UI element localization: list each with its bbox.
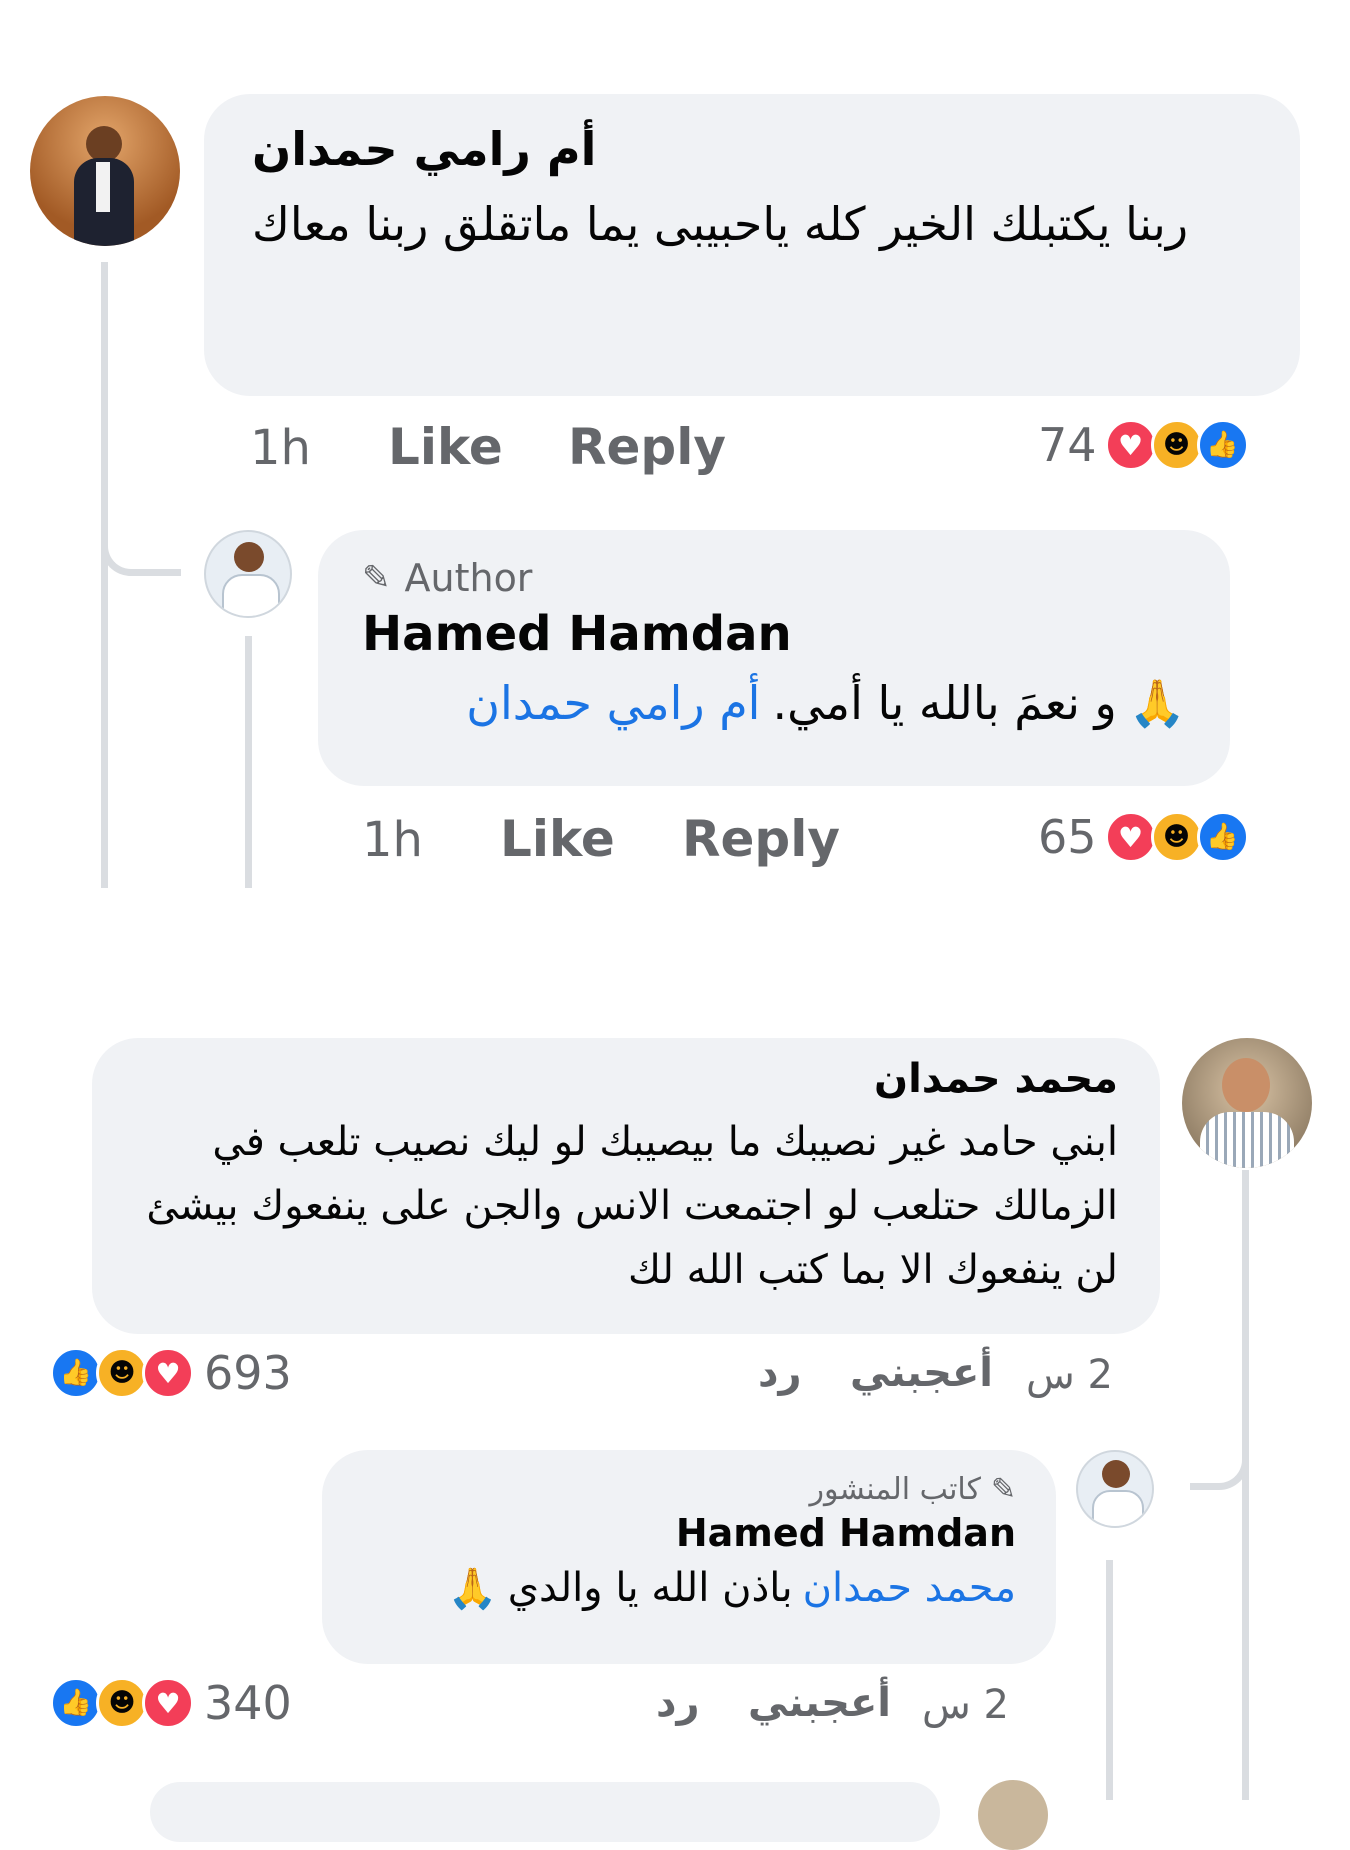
- reply-author[interactable]: Hamed Hamdan: [362, 606, 1186, 662]
- mention-link[interactable]: أم رامي حمدان: [466, 676, 760, 731]
- pray-emoji: 🙏: [1128, 676, 1186, 730]
- avatar-shirt: [96, 162, 110, 212]
- avatar[interactable]: [30, 96, 180, 246]
- comment-text: ربنا يكتبلك الخير كله ياحبيبى يما ماتقلق…: [252, 197, 1189, 251]
- next-reply-bubble[interactable]: [150, 1782, 940, 1842]
- reaction-count: 340: [204, 1676, 292, 1730]
- care-reaction-icon: ☻: [96, 1347, 148, 1399]
- reaction-summary[interactable]: 👍 ☻ ♥ 340: [50, 1676, 292, 1730]
- love-reaction-icon: ♥: [142, 1677, 194, 1729]
- like-reaction-icon: 👍: [50, 1347, 102, 1399]
- reaction-count: 74: [1038, 418, 1097, 472]
- avatar-head: [1102, 1460, 1130, 1488]
- comment-text: ابني حامد غير نصيبك ما بيصيبك لو ليك نصي…: [146, 1119, 1118, 1293]
- reply-text: أم رامي حمدان و نعمَ بالله يا أمي. 🙏: [362, 676, 1186, 731]
- author-badge-label: كاتب المنشور: [809, 1472, 981, 1507]
- like-button[interactable]: أعجبني: [748, 1680, 891, 1726]
- reply-bubble[interactable]: ✎ كاتب المنشور Hamed Hamdan محمد حمدان ب…: [322, 1450, 1056, 1664]
- care-reaction-icon: ☻: [96, 1677, 148, 1729]
- mention-link[interactable]: محمد حمدان: [803, 1565, 1016, 1612]
- care-reaction-icon: ☻: [1150, 419, 1203, 471]
- avatar-jersey: [222, 574, 280, 616]
- avatar-head: [1222, 1058, 1270, 1112]
- comment-time[interactable]: 2 س: [1026, 1352, 1113, 1398]
- comment-time[interactable]: 1h: [250, 420, 311, 476]
- comment-author[interactable]: أم رامي حمدان: [252, 122, 596, 176]
- thread-connector: [1190, 1430, 1249, 1490]
- love-reaction-icon: ♥: [1104, 419, 1157, 471]
- thread-connector: [101, 520, 181, 576]
- reply-body: باذن الله يا والدي: [507, 1565, 793, 1611]
- comment-bubble[interactable]: أم رامي حمدان ربنا يكتبلك الخير كله ياحب…: [204, 94, 1300, 396]
- reply-button[interactable]: Reply: [568, 418, 726, 476]
- like-reaction-icon: 👍: [50, 1677, 102, 1729]
- avatar-shirt: [1200, 1112, 1294, 1168]
- avatar-head: [234, 542, 264, 572]
- comment-author[interactable]: محمد حمدان: [134, 1056, 1118, 1102]
- avatar-figure: [86, 126, 122, 162]
- avatar-jersey: [1092, 1490, 1144, 1526]
- like-button[interactable]: Like: [500, 810, 615, 868]
- care-reaction-icon: ☻: [1150, 811, 1203, 863]
- reaction-summary[interactable]: 👍 ☻ ♥ 693: [50, 1346, 292, 1400]
- reply-thread-line: [1106, 1560, 1113, 1800]
- reply-button[interactable]: رد: [758, 1350, 802, 1396]
- love-reaction-icon: ♥: [142, 1347, 194, 1399]
- comment-bubble[interactable]: محمد حمدان ابني حامد غير نصيبك ما بيصيبك…: [92, 1038, 1160, 1334]
- thread-line: [1242, 1170, 1249, 1800]
- pencil-icon: ✎: [362, 558, 391, 598]
- reply-text: محمد حمدان باذن الله يا والدي 🙏: [362, 1565, 1016, 1612]
- pencil-icon: ✎: [990, 1472, 1016, 1507]
- like-button[interactable]: Like: [388, 418, 503, 476]
- reply-time[interactable]: 2 س: [922, 1682, 1009, 1728]
- like-reaction-icon: 👍: [1196, 419, 1249, 471]
- reply-button[interactable]: Reply: [682, 810, 840, 868]
- pray-emoji: 🙏: [447, 1566, 498, 1612]
- reply-bubble[interactable]: ✎ Author Hamed Hamdan أم رامي حمدان و نع…: [318, 530, 1230, 786]
- like-reaction-icon: 👍: [1196, 811, 1249, 863]
- reply-time[interactable]: 1h: [362, 812, 423, 868]
- reply-author[interactable]: Hamed Hamdan: [362, 1511, 1016, 1555]
- reaction-count: 693: [204, 1346, 292, 1400]
- love-reaction-icon: ♥: [1104, 811, 1157, 863]
- author-badge-label: Author: [404, 556, 533, 600]
- reply-thread-line: [245, 636, 252, 888]
- avatar[interactable]: [1076, 1450, 1154, 1528]
- reaction-summary[interactable]: 74 ♥ ☻ 👍: [1038, 418, 1249, 472]
- avatar[interactable]: [1182, 1038, 1312, 1168]
- reaction-summary[interactable]: 65 ♥ ☻ 👍: [1038, 810, 1249, 864]
- reply-button[interactable]: رد: [656, 1680, 700, 1726]
- author-badge: ✎ كاتب المنشور: [362, 1472, 1016, 1507]
- thread-line: [101, 262, 108, 888]
- like-button[interactable]: أعجبني: [850, 1350, 993, 1396]
- author-badge: ✎ Author: [362, 556, 1186, 600]
- reaction-count: 65: [1038, 810, 1097, 864]
- avatar[interactable]: [204, 530, 292, 618]
- avatar[interactable]: [978, 1780, 1048, 1850]
- reply-body: و نعمَ بالله يا أمي.: [772, 676, 1117, 730]
